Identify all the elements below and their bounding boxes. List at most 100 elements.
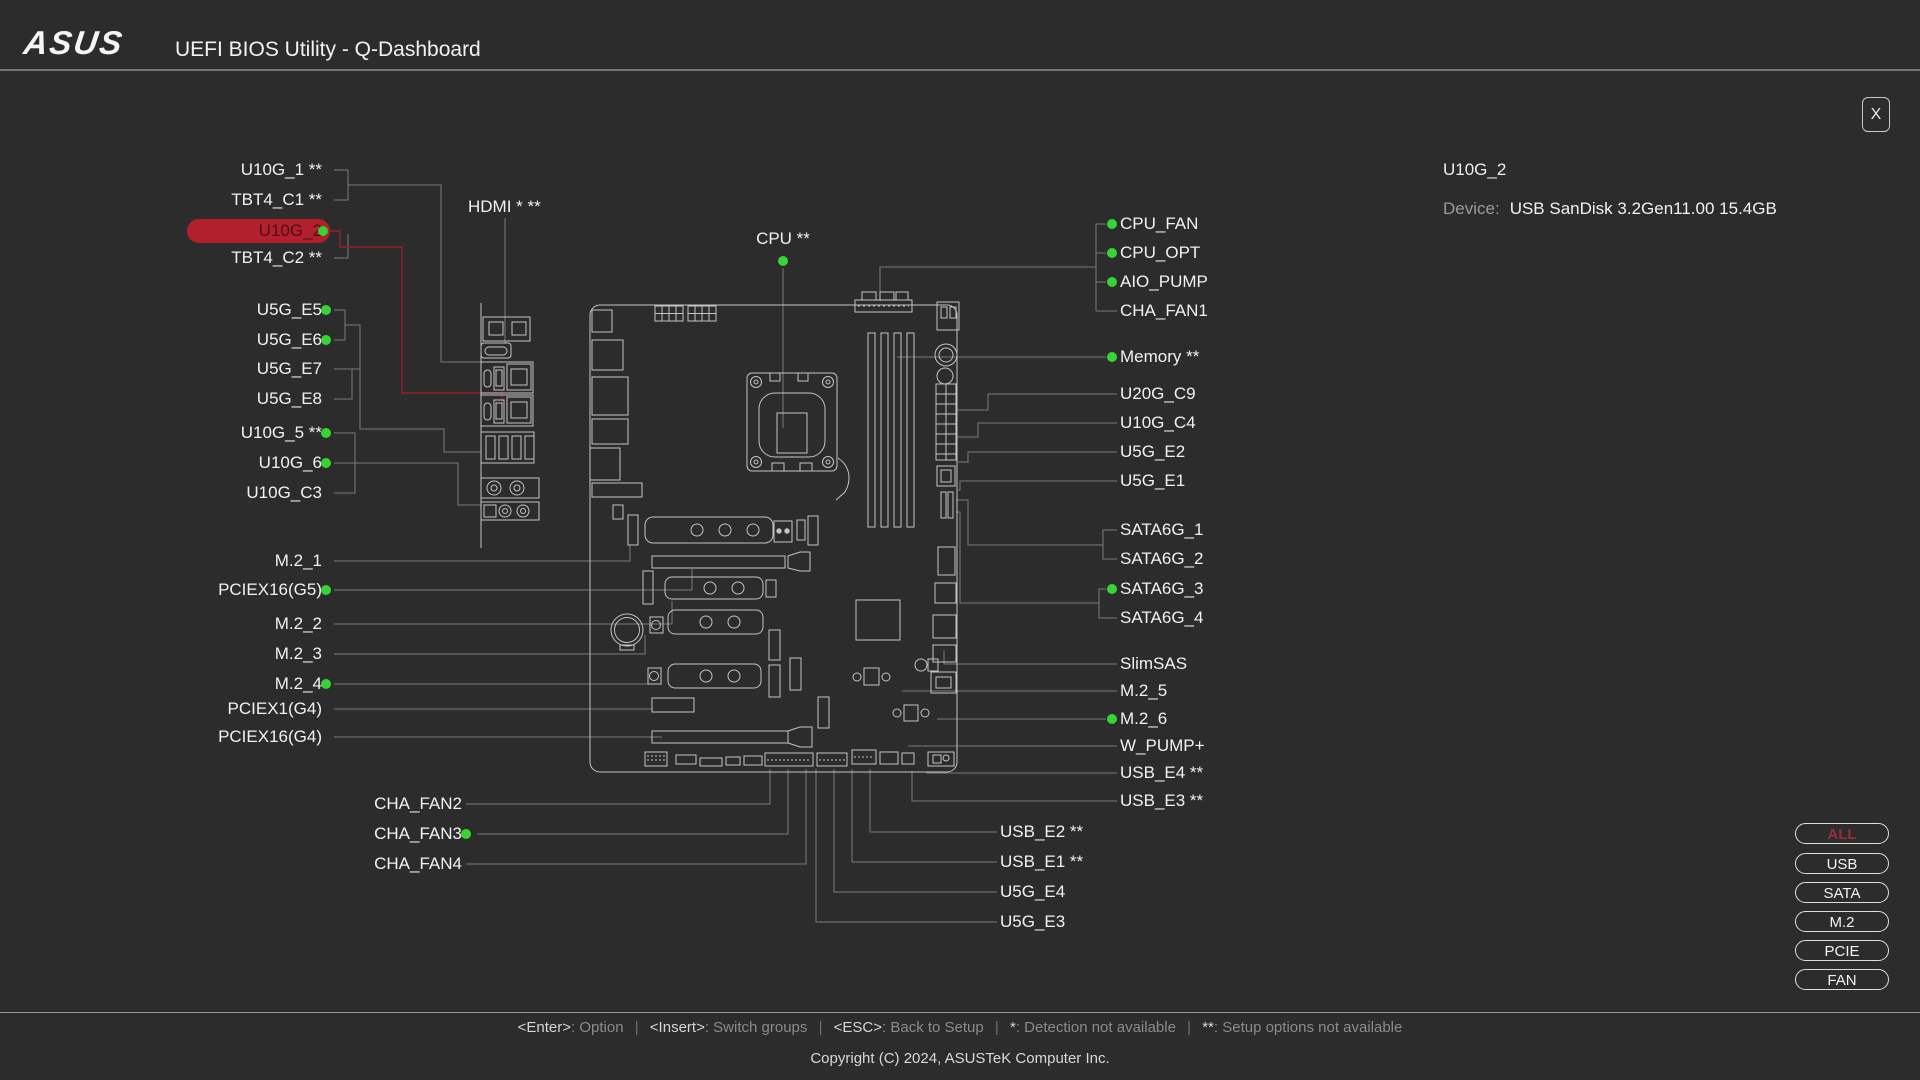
- port-label-cha-fan4[interactable]: CHA_FAN4: [0, 853, 462, 875]
- port-label-text: TBT4_C2 **: [231, 248, 322, 267]
- port-label-m2-1[interactable]: M.2_1: [0, 550, 322, 572]
- port-label-cpu-fan[interactable]: CPU_FAN: [1120, 213, 1198, 235]
- port-label-u10g-1[interactable]: U10G_1 **: [0, 159, 322, 181]
- port-label-text: U5G_E2: [1120, 442, 1185, 461]
- port-label-tbt4-c1[interactable]: TBT4_C1 **: [0, 189, 322, 211]
- board-artwork: [481, 292, 959, 772]
- hint-key: <Insert>: [650, 1019, 705, 1036]
- hint-separator: |: [995, 1019, 999, 1036]
- port-label-text: SATA6G_3: [1120, 579, 1203, 598]
- port-label-text: SATA6G_2: [1120, 549, 1203, 568]
- port-label-pciex1-g4[interactable]: PCIEX1(G4): [0, 698, 322, 720]
- port-label-cha-fan1[interactable]: CHA_FAN1: [1120, 300, 1208, 322]
- port-label-text: USB_E1 **: [1000, 852, 1083, 871]
- port-label-u20g-c9[interactable]: U20G_C9: [1120, 383, 1196, 405]
- port-label-text: U10G_2: [259, 221, 322, 240]
- port-label-u5g-e2[interactable]: U5G_E2: [1120, 441, 1185, 463]
- status-dot: [1107, 248, 1117, 258]
- hint-desc: : Back to Setup: [882, 1019, 984, 1036]
- port-label-u5g-e1[interactable]: U5G_E1: [1120, 470, 1185, 492]
- port-label-cha-fan3[interactable]: CHA_FAN3: [0, 823, 462, 845]
- port-label-u10g-c3[interactable]: U10G_C3: [0, 482, 322, 504]
- port-label-tbt4-c2[interactable]: TBT4_C2 **: [0, 247, 322, 269]
- status-dot: [321, 335, 331, 345]
- filter-button-m2[interactable]: M.2: [1795, 911, 1889, 932]
- filter-button-usb[interactable]: USB: [1795, 853, 1889, 874]
- port-label-memory[interactable]: Memory **: [1120, 346, 1199, 368]
- port-label-sata6g-4[interactable]: SATA6G_4: [1120, 607, 1203, 629]
- status-dot: [1107, 584, 1117, 594]
- port-label-text: SATA6G_4: [1120, 608, 1203, 627]
- hint-desc: : Detection not available: [1016, 1019, 1176, 1036]
- hint-desc: : Setup options not available: [1214, 1019, 1402, 1036]
- port-label-u5g-e6[interactable]: U5G_E6: [0, 329, 322, 351]
- port-label-m2-5[interactable]: M.2_5: [1120, 680, 1167, 702]
- status-dot: [1107, 352, 1117, 362]
- port-label-u5g-e4[interactable]: U5G_E4: [1000, 881, 1065, 903]
- port-label-text: U10G_6: [259, 453, 322, 472]
- footer-divider: [0, 1012, 1920, 1013]
- port-label-text: Memory **: [1120, 347, 1199, 366]
- port-label-cha-fan2[interactable]: CHA_FAN2: [0, 793, 462, 815]
- port-label-text: PCIEX16(G5): [218, 580, 322, 599]
- port-label-usb-e1[interactable]: USB_E1 **: [1000, 851, 1083, 873]
- filter-button-fan[interactable]: FAN: [1795, 969, 1889, 990]
- port-label-u5g-e3[interactable]: U5G_E3: [1000, 911, 1065, 933]
- port-label-hdmi[interactable]: HDMI * **: [468, 196, 541, 218]
- port-label-u5g-e8[interactable]: U5G_E8: [0, 388, 322, 410]
- port-label-u10g-c4[interactable]: U10G_C4: [1120, 412, 1196, 434]
- port-label-cpu-opt[interactable]: CPU_OPT: [1120, 242, 1200, 264]
- port-label-usb-e4[interactable]: USB_E4 **: [1120, 762, 1203, 784]
- port-label-aio-pump[interactable]: AIO_PUMP: [1120, 271, 1208, 293]
- key-hints-bar: <Enter>: Option | <Insert>: Switch group…: [0, 1019, 1920, 1036]
- port-label-text: U5G_E6: [257, 330, 322, 349]
- port-label-text: CHA_FAN2: [374, 794, 462, 813]
- device-value: USB SanDisk 3.2Gen11.00 15.4GB: [1510, 199, 1777, 218]
- filter-button-all[interactable]: ALL: [1795, 823, 1889, 844]
- port-label-slimsas[interactable]: SlimSAS: [1120, 653, 1187, 675]
- port-label-text: CPU_FAN: [1120, 214, 1198, 233]
- port-label-m2-3[interactable]: M.2_3: [0, 643, 322, 665]
- close-button[interactable]: X: [1862, 97, 1890, 132]
- filter-button-pcie[interactable]: PCIE: [1795, 940, 1889, 961]
- port-label-text: U5G_E1: [1120, 471, 1185, 490]
- q-dashboard-screen: ASUS UEFI BIOS Utility - Q-Dashboard: [0, 0, 1920, 1080]
- device-label: Device:: [1443, 199, 1500, 218]
- port-label-u10g-5[interactable]: U10G_5 **: [0, 422, 322, 444]
- port-label-sata6g-1[interactable]: SATA6G_1: [1120, 519, 1203, 541]
- status-dot: [778, 256, 788, 266]
- port-label-text: SlimSAS: [1120, 654, 1187, 673]
- port-label-text: PCIEX16(G4): [218, 727, 322, 746]
- port-label-cpu[interactable]: CPU **: [743, 229, 823, 249]
- port-label-u5g-e7[interactable]: U5G_E7: [0, 358, 322, 380]
- port-label-m2-2[interactable]: M.2_2: [0, 613, 322, 635]
- port-label-text: SATA6G_1: [1120, 520, 1203, 539]
- port-label-pciex16-g4[interactable]: PCIEX16(G4): [0, 726, 322, 748]
- port-label-m2-4[interactable]: M.2_4: [0, 673, 322, 695]
- copyright-text: Copyright (C) 2024, ASUSTeK Computer Inc…: [0, 1050, 1920, 1067]
- port-label-text: M.2_3: [275, 644, 322, 663]
- hint-separator: |: [819, 1019, 823, 1036]
- filter-button-sata[interactable]: SATA: [1795, 882, 1889, 903]
- port-label-w-pump[interactable]: W_PUMP+: [1120, 735, 1205, 757]
- port-label-usb-e3[interactable]: USB_E3 **: [1120, 790, 1203, 812]
- port-label-m2-6[interactable]: M.2_6: [1120, 708, 1167, 730]
- port-label-text: CHA_FAN4: [374, 854, 462, 873]
- device-info-row: Device: USB SanDisk 3.2Gen11.00 15.4GB: [1443, 199, 1777, 219]
- port-label-u10g-2-selected[interactable]: U10G_2: [187, 219, 330, 243]
- port-label-u10g-6[interactable]: U10G_6: [0, 452, 322, 474]
- port-label-text: CPU **: [756, 229, 810, 248]
- port-label-sata6g-3[interactable]: SATA6G_3: [1120, 578, 1203, 600]
- port-label-text: CPU_OPT: [1120, 243, 1200, 262]
- port-label-u5g-e5[interactable]: U5G_E5: [0, 299, 322, 321]
- port-label-text: U10G_C4: [1120, 413, 1196, 432]
- port-label-text: M.2_2: [275, 614, 322, 633]
- port-label-sata6g-2[interactable]: SATA6G_2: [1120, 548, 1203, 570]
- hint-desc: : Option: [571, 1019, 624, 1036]
- port-label-text: HDMI * **: [468, 197, 541, 216]
- port-label-pciex16-g5[interactable]: PCIEX16(G5): [0, 579, 322, 601]
- status-dot: [1107, 714, 1117, 724]
- port-label-text: U10G_5 **: [241, 423, 322, 442]
- status-dot: [1107, 219, 1117, 229]
- port-label-usb-e2[interactable]: USB_E2 **: [1000, 821, 1083, 843]
